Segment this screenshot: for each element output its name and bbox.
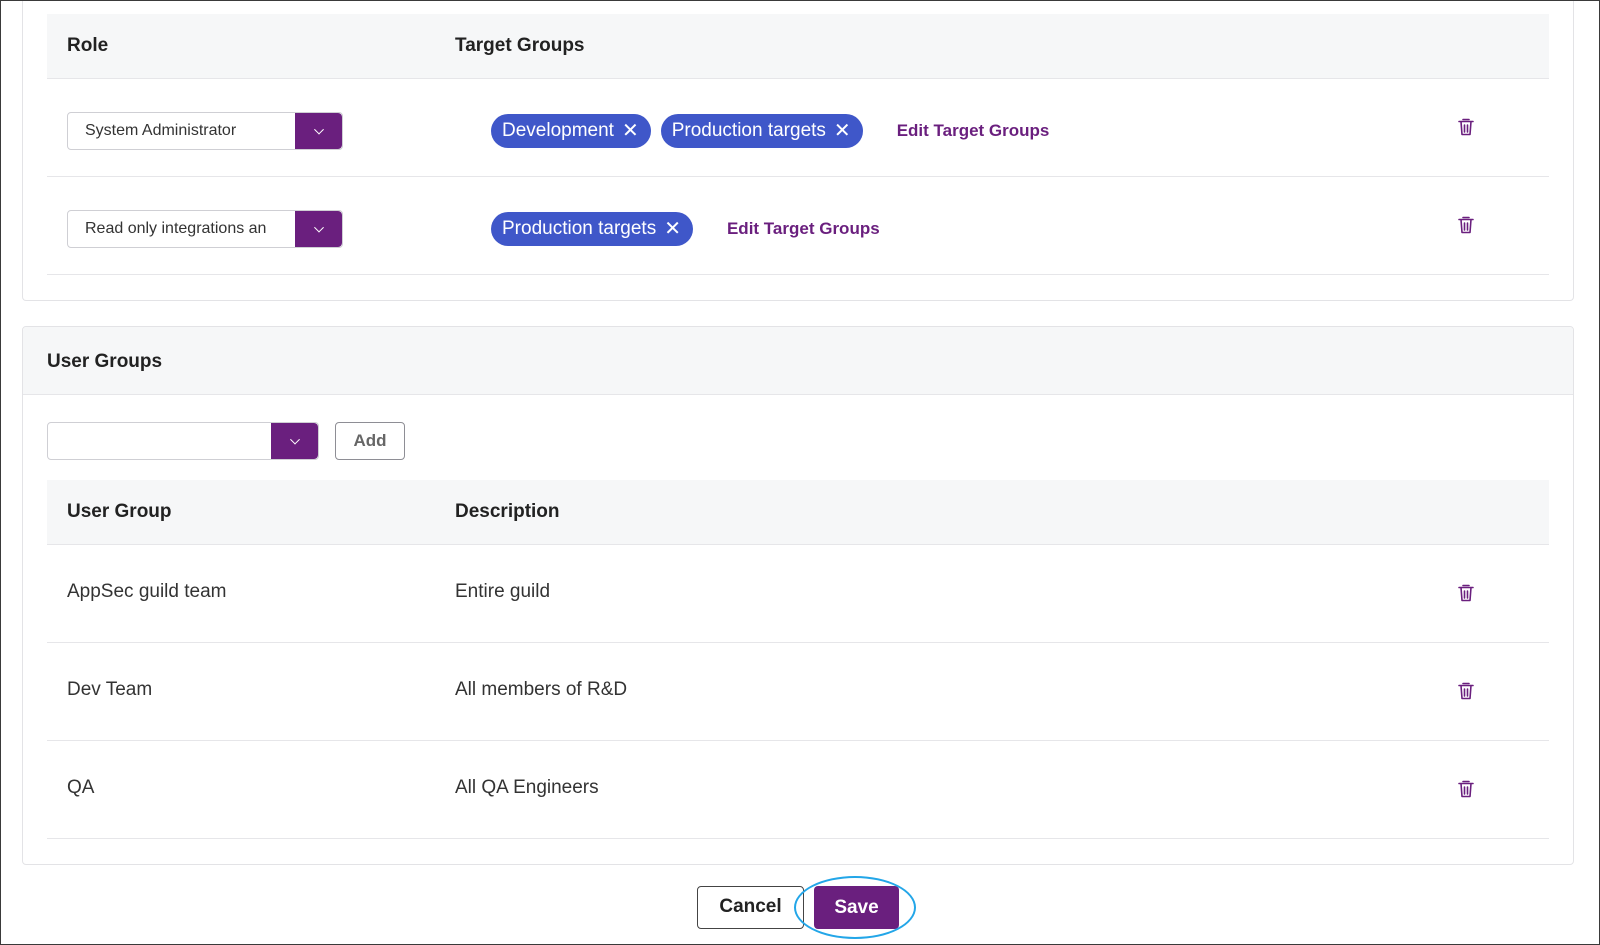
target-groups-list: Development ✕ Production targets ✕ Edit … [491, 113, 1049, 149]
role-select[interactable]: System Administrator [67, 112, 343, 150]
close-icon[interactable]: ✕ [834, 121, 851, 141]
role-select[interactable]: Read only integrations an [67, 210, 343, 248]
user-group-dropdown-button[interactable] [271, 423, 318, 459]
user-groups-title: User Groups [47, 351, 163, 372]
roles-table-header: Role Target Groups [47, 14, 1549, 79]
target-groups-column-header: Target Groups [455, 35, 585, 56]
chip-label: Production targets [671, 120, 826, 141]
description-column-header: Description [455, 501, 560, 522]
close-icon[interactable]: ✕ [622, 121, 639, 141]
add-user-group-button[interactable]: Add [335, 422, 405, 460]
user-groups-table-header: User Group Description [47, 480, 1549, 545]
user-group-name: QA [67, 777, 95, 798]
target-group-chip: Development ✕ [491, 114, 651, 148]
user-group-row: QA All QA Engineers [47, 741, 1549, 839]
close-icon[interactable]: ✕ [664, 219, 681, 239]
role-select-value: System Administrator [85, 122, 237, 139]
user-group-description: All members of R&D [455, 679, 628, 700]
target-group-chip: Production targets ✕ [491, 212, 693, 246]
user-group-name: AppSec guild team [67, 581, 227, 602]
user-group-column-header: User Group [67, 501, 172, 522]
user-group-row: Dev Team All members of R&D [47, 643, 1549, 741]
save-button[interactable]: Save [814, 886, 899, 929]
user-groups-header: User Groups [23, 327, 1573, 395]
chip-label: Development [502, 120, 614, 141]
role-row: System Administrator Development ✕ Produ… [47, 79, 1549, 177]
user-groups-card: User Groups Add User Group Description A… [22, 326, 1574, 865]
edit-target-groups-link[interactable]: Edit Target Groups [727, 219, 880, 239]
target-group-chip: Production targets ✕ [660, 114, 863, 148]
role-row: Read only integrations an Production tar… [47, 177, 1549, 275]
role-column-header: Role [67, 35, 109, 56]
trash-icon[interactable] [1457, 215, 1475, 235]
trash-icon[interactable] [1457, 117, 1475, 137]
chip-label: Production targets [502, 218, 657, 239]
chevron-down-icon [313, 124, 324, 135]
user-group-name: Dev Team [67, 679, 153, 700]
role-dropdown-button[interactable] [295, 113, 342, 149]
user-group-description: All QA Engineers [455, 777, 599, 798]
cancel-button[interactable]: Cancel [697, 886, 804, 929]
user-group-description: Entire guild [455, 581, 551, 602]
trash-icon[interactable] [1457, 583, 1475, 603]
chevron-down-icon [289, 434, 300, 445]
user-group-row: AppSec guild team Entire guild [47, 545, 1549, 643]
role-select-value: Read only integrations an [85, 220, 267, 237]
edit-target-groups-link[interactable]: Edit Target Groups [897, 121, 1050, 141]
roles-card: Role Target Groups System Administrator … [22, 0, 1574, 301]
role-dropdown-button[interactable] [295, 211, 342, 247]
target-groups-list: Production targets ✕ Edit Target Groups [491, 211, 880, 247]
chevron-down-icon [313, 222, 324, 233]
trash-icon[interactable] [1457, 779, 1475, 799]
user-group-select[interactable] [47, 422, 319, 460]
trash-icon[interactable] [1457, 681, 1475, 701]
